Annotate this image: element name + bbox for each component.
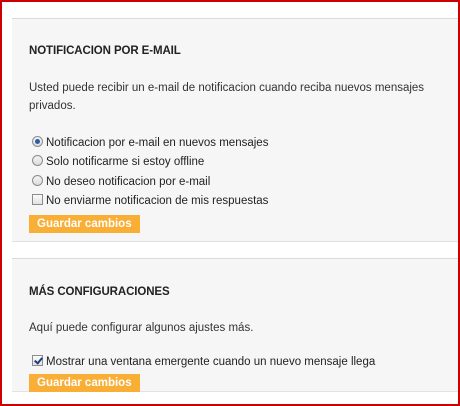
radio-notify-offline-only[interactable] [32, 155, 43, 167]
email-description-line1: Usted puede recibir un e-mail de notific… [29, 82, 425, 94]
option-label: Notificacion por e-mail en nuevos mensaj… [46, 137, 269, 149]
option-label: No deseo notificacion por e-mail [46, 176, 211, 188]
save-more-settings-button[interactable]: Guardar cambios [29, 374, 140, 392]
radio-notify-new-messages[interactable] [32, 136, 43, 148]
more-settings-panel: MÁS CONFIGURACIONES Aquí puede configura… [12, 258, 458, 392]
checkbox-no-reply-notification[interactable] [32, 194, 43, 206]
option-no-reply-notification[interactable]: No enviarme notificacion de mis respuest… [32, 194, 268, 209]
option-label: Solo notificarme si estoy offline [46, 156, 205, 168]
save-email-settings-button[interactable]: Guardar cambios [29, 215, 140, 233]
checkbox-popup-window[interactable] [32, 355, 43, 367]
more-section-description: Aquí puede configurar algunos ajustes má… [29, 322, 254, 334]
email-description-line2: privados. [29, 100, 76, 112]
email-notification-panel: NOTIFICACION POR E-MAIL Usted puede reci… [12, 18, 458, 242]
email-section-description: Usted puede recibir un e-mail de notific… [29, 79, 458, 115]
option-notify-offline-only[interactable]: Solo notificarme si estoy offline [32, 155, 204, 170]
option-popup-window[interactable]: Mostrar una ventana emergente cuando un … [32, 355, 375, 370]
option-no-email[interactable]: No deseo notificacion por e-mail [32, 175, 210, 190]
email-section-title: NOTIFICACION POR E-MAIL [29, 45, 181, 57]
settings-frame: NOTIFICACION POR E-MAIL Usted puede reci… [0, 0, 460, 406]
radio-no-email[interactable] [32, 175, 43, 187]
more-section-title: MÁS CONFIGURACIONES [29, 286, 170, 298]
option-label: No enviarme notificacion de mis respuest… [46, 195, 269, 207]
option-notify-new-messages[interactable]: Notificacion por e-mail en nuevos mensaj… [32, 136, 268, 151]
option-label: Mostrar una ventana emergente cuando un … [46, 356, 376, 368]
